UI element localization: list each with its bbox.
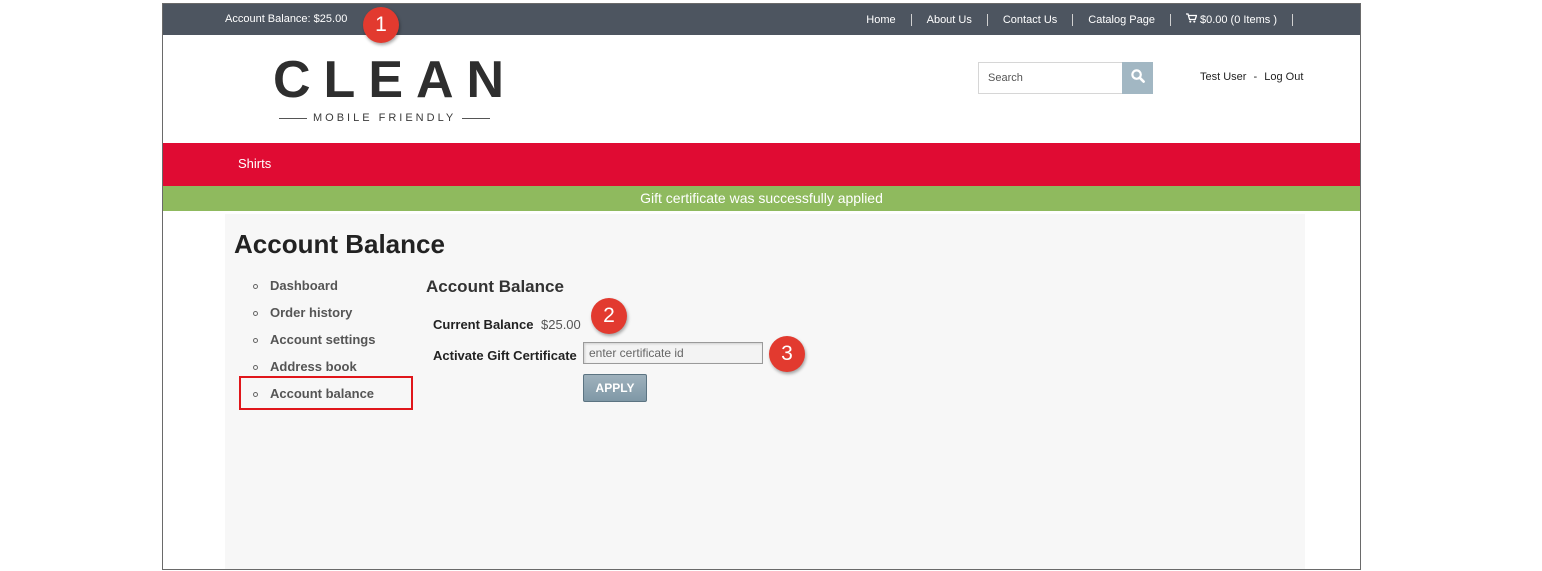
certificate-id-input[interactable]: [584, 343, 762, 363]
nav-home[interactable]: Home: [866, 14, 895, 26]
shopping-cart-icon: [1185, 13, 1198, 26]
nav-divider: [986, 13, 988, 26]
success-alert: Gift certificate was successfully applie…: [163, 186, 1360, 211]
callout-2: 2: [591, 298, 627, 334]
sidebar-item-order-history[interactable]: Order history: [225, 304, 425, 331]
nav-contact-us[interactable]: Contact Us: [1003, 14, 1057, 26]
gift-certificate-label: Activate Gift Certificate: [433, 348, 577, 363]
logo-tagline: MOBILE FRIENDLY: [273, 112, 505, 124]
page-title: Account Balance: [234, 229, 445, 259]
category-shirts[interactable]: Shirts: [238, 156, 271, 171]
logo-tagline-text: MOBILE FRIENDLY: [313, 112, 457, 124]
logout-link[interactable]: Log Out: [1264, 71, 1303, 83]
user-name-link[interactable]: Test User: [1200, 71, 1246, 83]
bullet-icon: [253, 284, 258, 289]
top-nav: Home About Us Contact Us Catalog Page $0…: [866, 13, 1308, 26]
nav-about-us[interactable]: About Us: [927, 14, 972, 26]
user-area: Test User - Log Out: [1200, 71, 1303, 83]
browser-frame: Account Balance: $25.00 Home About Us Co…: [162, 3, 1361, 570]
logo-wordmark: CLEAN: [273, 51, 518, 109]
cart-link[interactable]: $0.00 (0 Items ): [1185, 13, 1277, 26]
sidebar-item-account-settings[interactable]: Account settings: [225, 331, 425, 358]
category-nav: Shirts: [163, 143, 1360, 186]
sidebar-item-dashboard[interactable]: Dashboard: [225, 277, 425, 304]
nav-divider: [1292, 13, 1293, 26]
top-bar: Account Balance: $25.00 Home About Us Co…: [163, 4, 1360, 35]
user-separator: -: [1253, 71, 1258, 83]
callout-3: 3: [769, 336, 805, 372]
bullet-icon: [253, 311, 258, 316]
site-header: CLEAN MOBILE FRIENDLY Test User - Log Ou…: [163, 35, 1360, 143]
bullet-icon: [253, 365, 258, 370]
nav-catalog-page[interactable]: Catalog Page: [1088, 14, 1155, 26]
nav-divider: [1072, 13, 1074, 26]
cart-summary: $0.00 (0 Items ): [1199, 14, 1277, 26]
account-content: Account Balance Dashboard Order history …: [225, 214, 1305, 569]
current-balance-value: $25.00: [541, 317, 581, 332]
search-icon: [1130, 68, 1145, 88]
highlight-annotation: [239, 376, 413, 410]
bullet-icon: [253, 338, 258, 343]
search-button[interactable]: [1122, 62, 1153, 94]
apply-button[interactable]: APPLY: [583, 374, 647, 402]
nav-divider: [1169, 13, 1171, 26]
certificate-field: [583, 342, 763, 364]
search-input[interactable]: [979, 63, 1123, 93]
current-balance-label: Current Balance: [433, 317, 534, 332]
site-logo[interactable]: CLEAN MOBILE FRIENDLY: [273, 54, 505, 124]
account-balance-link[interactable]: Account Balance: $25.00: [225, 13, 347, 25]
nav-divider: [910, 13, 912, 26]
section-title: Account Balance: [426, 277, 564, 296]
search-box: [978, 62, 1124, 94]
callout-1: 1: [363, 7, 399, 43]
